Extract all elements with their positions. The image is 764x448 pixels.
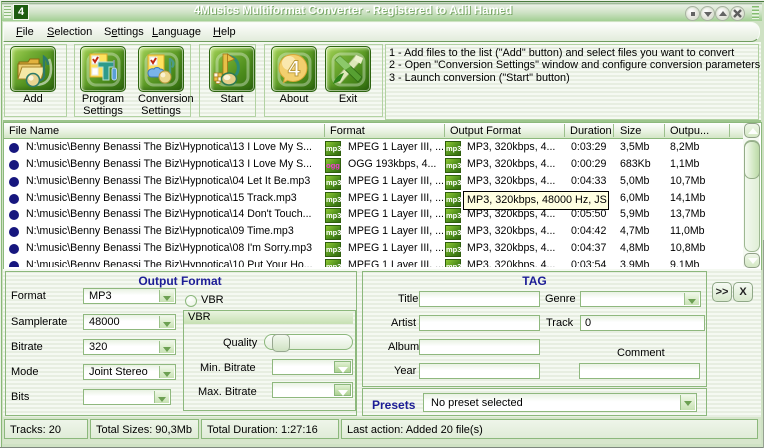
svg-text:4: 4 — [288, 56, 301, 81]
